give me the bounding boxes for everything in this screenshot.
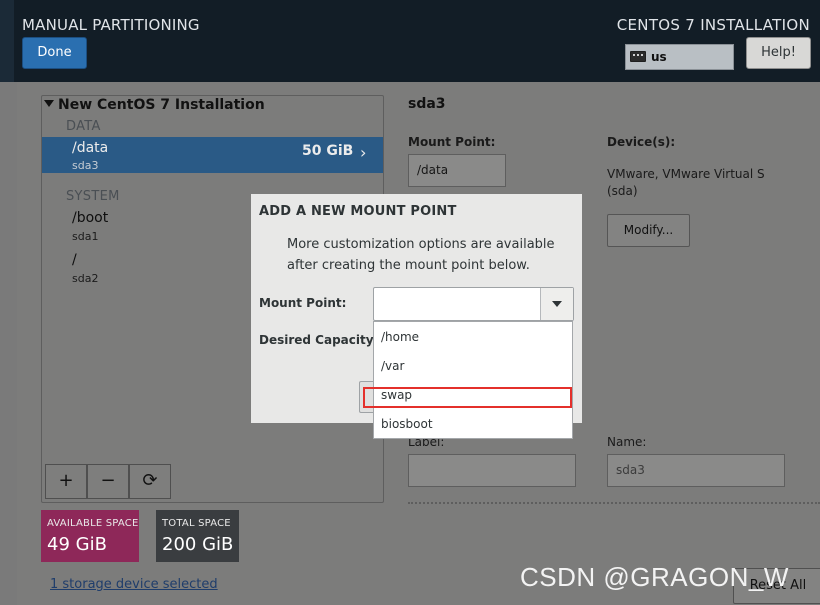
storage-device-link[interactable]: 1 storage device selected <box>50 577 218 592</box>
collapse-triangle-icon <box>44 100 54 107</box>
device-line: (sda) <box>607 184 638 198</box>
device-description: VMware, VMware Virtual S (sda) <box>607 166 765 200</box>
section-data: DATA <box>66 119 101 134</box>
section-system: SYSTEM <box>66 189 120 204</box>
partition-mount-label[interactable]: / <box>72 252 77 268</box>
total-space-badge: TOTAL SPACE 200 GiB <box>156 510 239 562</box>
remove-partition-button[interactable]: − <box>87 464 129 499</box>
page-title: MANUAL PARTITIONING <box>22 16 200 34</box>
keyboard-layout-label: us <box>651 50 667 64</box>
partition-mount-label: /data <box>72 140 109 156</box>
modify-button[interactable]: Modify... <box>607 214 690 247</box>
partition-mount-label[interactable]: /boot <box>72 210 108 226</box>
chevron-right-icon: › <box>360 143 367 162</box>
installation-title: New CentOS 7 Installation <box>58 97 265 113</box>
dropdown-option-home[interactable]: /home <box>381 330 419 344</box>
label-field[interactable] <box>408 454 576 487</box>
desired-capacity-label: Desired Capacity: <box>259 333 379 347</box>
header-strip <box>0 0 14 82</box>
name-field[interactable]: sda3 <box>607 454 785 487</box>
mount-point-label: Mount Point: <box>259 296 347 310</box>
keyboard-layout-indicator[interactable]: us <box>625 44 734 70</box>
dialog-title: ADD A NEW MOUNT POINT <box>259 204 457 219</box>
partition-size: 50 GiB <box>302 143 354 159</box>
help-button[interactable]: Help! <box>746 37 811 69</box>
chevron-down-icon[interactable] <box>540 288 573 320</box>
dropdown-option-var[interactable]: /var <box>381 359 404 373</box>
partition-device-label: sda2 <box>72 272 99 285</box>
partition-device-label: sda1 <box>72 230 99 243</box>
available-space-label: AVAILABLE SPACE <box>47 518 139 529</box>
dialog-description: More customization options are available… <box>287 237 555 273</box>
mount-point-dropdown: /home /var swap biosboot <box>373 321 573 439</box>
product-title: CENTOS 7 INSTALLATION <box>616 16 810 34</box>
available-space-value: 49 GiB <box>47 534 107 555</box>
partition-device-label: sda3 <box>72 159 99 172</box>
device-line: VMware, VMware Virtual S <box>607 167 765 181</box>
add-partition-button[interactable]: + <box>45 464 87 499</box>
highlight-box <box>363 387 572 408</box>
mount-point-label: Mount Point: <box>408 135 496 149</box>
dropdown-option-biosboot[interactable]: biosboot <box>381 417 433 431</box>
available-space-badge: AVAILABLE SPACE 49 GiB <box>41 510 139 562</box>
watermark: CSDN @GRAGON_W <box>520 562 789 592</box>
total-space-label: TOTAL SPACE <box>162 518 231 529</box>
detail-title: sda3 <box>408 96 446 112</box>
name-label: Name: <box>607 435 647 449</box>
divider <box>408 502 820 504</box>
mount-point-combo[interactable] <box>373 287 574 321</box>
devices-label: Device(s): <box>607 135 676 149</box>
installation-header[interactable]: New CentOS 7 Installation <box>44 97 265 113</box>
keyboard-icon <box>630 51 646 62</box>
mount-point-field[interactable]: /data <box>408 154 506 187</box>
total-space-value: 200 GiB <box>162 534 234 555</box>
done-button[interactable]: Done <box>22 37 87 69</box>
refresh-button[interactable]: ⟳ <box>129 464 171 499</box>
